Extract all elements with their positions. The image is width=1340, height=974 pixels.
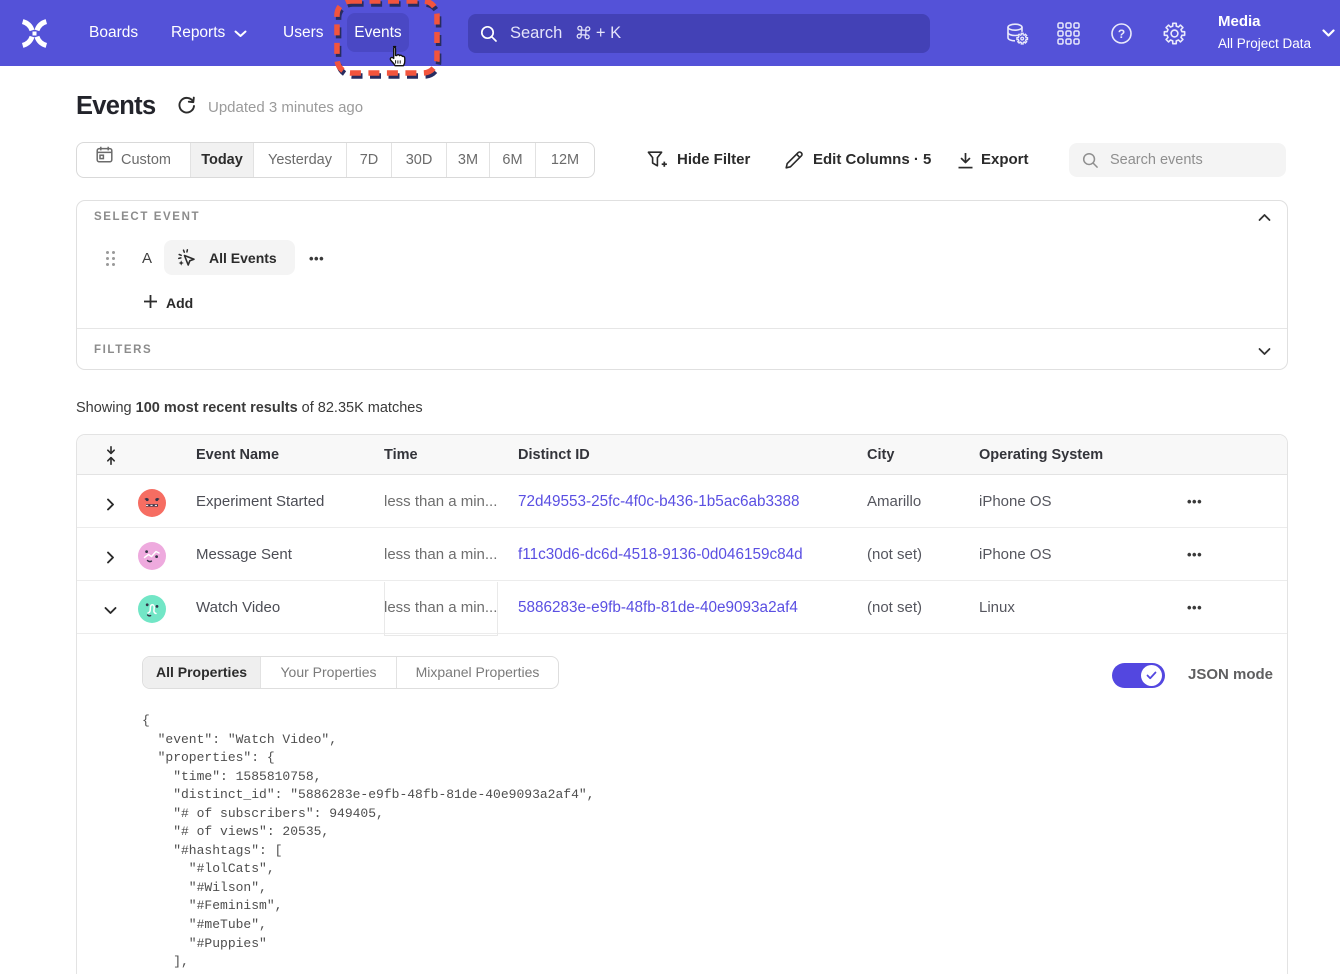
svg-text:?: ? [1118,27,1125,41]
